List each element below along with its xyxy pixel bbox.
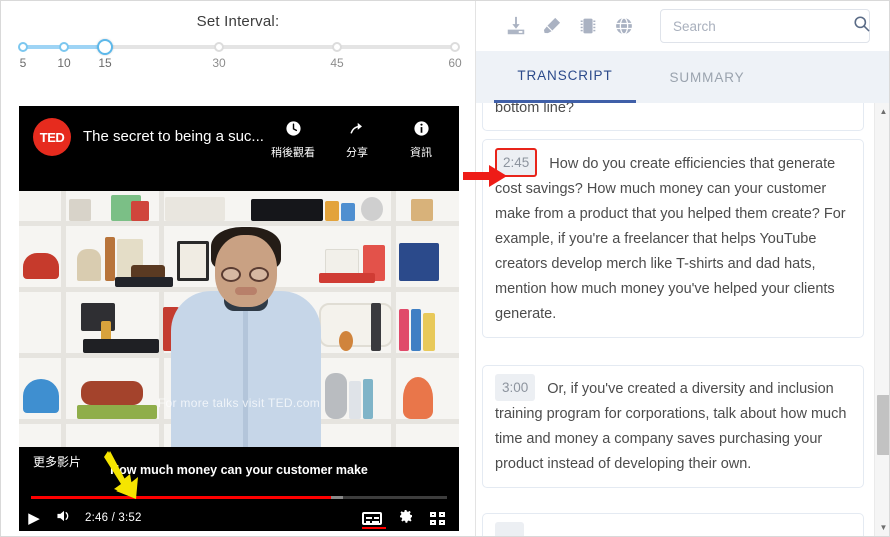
video-header-overlay: TED The secret to being a suc... 稍後觀看 分享 — [19, 106, 459, 191]
slider-tick-60[interactable] — [450, 42, 460, 52]
shelf-object — [77, 249, 101, 281]
scroll-up-arrow-icon[interactable]: ▲ — [875, 103, 889, 120]
search-box[interactable] — [660, 9, 870, 43]
shelf-object — [411, 199, 433, 221]
fullscreen-icon[interactable] — [430, 511, 445, 525]
shelf-object — [371, 303, 381, 351]
share-button[interactable]: 分享 — [333, 120, 381, 160]
shelf-object — [131, 201, 149, 221]
progress-bar[interactable] — [31, 496, 447, 499]
slider-label-60: 60 — [448, 56, 462, 70]
timestamp-chip[interactable]: 2:45 — [495, 148, 538, 177]
video-transcript-app: Set Interval: 5 10 15 30 45 60 TED The s… — [0, 0, 890, 537]
slider-label-10: 10 — [57, 56, 71, 70]
watch-later-label: 稍後觀看 — [271, 147, 315, 159]
highlighter-icon[interactable] — [534, 11, 570, 41]
transcript-segment[interactable]: 2:45 How do you create efficiencies that … — [482, 139, 864, 338]
shelf-object — [319, 303, 393, 347]
shelf-object — [83, 339, 159, 353]
shirt-placket — [243, 309, 248, 447]
transcript-pane: TRANSCRIPT SUMMARY bottom line? 2:45How … — [475, 1, 889, 536]
slider-tick-10[interactable] — [59, 42, 69, 52]
video-title[interactable]: The secret to being a suc... — [83, 118, 269, 156]
download-icon[interactable] — [498, 11, 534, 41]
shelf-object — [341, 203, 355, 221]
slider-tick-5[interactable] — [18, 42, 28, 52]
watch-later-button[interactable]: 稍後觀看 — [269, 120, 317, 160]
transcript-clipped-text: bottom line? — [495, 103, 574, 116]
info-icon — [397, 120, 445, 142]
set-interval-label: Set Interval: — [196, 13, 280, 30]
glasses-icon — [221, 267, 241, 282]
settings-gear-icon[interactable] — [398, 508, 414, 528]
slider-label-15: 15 — [98, 56, 112, 70]
globe-icon[interactable] — [606, 11, 642, 41]
video-caption-text: How much money can your customer make — [110, 463, 368, 477]
interval-slider[interactable]: 5 10 15 30 45 60 — [18, 37, 462, 71]
controls-row: ▶ 2:46 / 3:52 — [19, 505, 459, 531]
chip-icon[interactable] — [570, 11, 606, 41]
shelf-object — [325, 201, 339, 221]
transcript-segment-clipped[interactable]: bottom line? — [482, 103, 864, 131]
progress-played — [31, 496, 331, 499]
video-pane: Set Interval: 5 10 15 30 45 60 TED The s… — [1, 1, 475, 536]
time-display: 2:46 / 3:52 — [85, 512, 142, 524]
video-controls-bar: 更多影片 How much money can your customer ma… — [19, 447, 459, 531]
shelf-object — [115, 277, 173, 287]
video-frame[interactable]: For more talks visit TED.com — [19, 191, 459, 447]
shelf-object — [251, 199, 323, 221]
search-input[interactable] — [671, 17, 852, 35]
controls-right — [362, 508, 459, 529]
tab-transcript[interactable]: TRANSCRIPT — [494, 51, 636, 103]
share-icon — [333, 120, 381, 142]
shelf-object — [399, 243, 439, 281]
shelf-object — [105, 237, 115, 281]
search-icon[interactable] — [852, 14, 871, 38]
share-label: 分享 — [346, 147, 368, 159]
ted-watermark: For more talks visit TED.com — [157, 396, 321, 410]
glasses-icon — [249, 267, 269, 282]
transcript-segment[interactable]: 3:00 Or, if you've created a diversity an… — [482, 365, 864, 488]
ted-logo-icon[interactable]: TED — [33, 118, 71, 156]
panel-tabs: TRANSCRIPT SUMMARY — [476, 51, 889, 103]
info-label: 資訊 — [410, 147, 432, 159]
shelf-object — [399, 309, 409, 351]
transcript-text: How do you create efficiencies that gene… — [495, 156, 846, 322]
timestamp-chip[interactable] — [495, 522, 525, 536]
transcript-scrollbar[interactable]: ▲ ▼ — [874, 103, 889, 536]
shelf-object — [423, 313, 435, 351]
shelf-object — [23, 253, 59, 279]
slider-label-5: 5 — [19, 56, 27, 70]
shelf-object — [69, 199, 91, 221]
video-header-actions: 稍後觀看 分享 資訊 — [269, 118, 445, 160]
shelf-object — [177, 241, 209, 281]
tab-summary[interactable]: SUMMARY — [636, 51, 778, 103]
transcript-list[interactable]: bottom line? 2:45 How do you create effic… — [476, 103, 889, 536]
shelf-object — [319, 273, 375, 283]
speaker-mouth — [235, 287, 257, 295]
shelf-object — [411, 309, 421, 351]
transcript-segment-partial[interactable] — [482, 513, 864, 536]
info-button[interactable]: 資訊 — [397, 120, 445, 160]
scrollbar-thumb[interactable] — [877, 395, 889, 455]
slider-label-45: 45 — [330, 56, 344, 70]
slider-tick-30[interactable] — [214, 42, 224, 52]
scroll-down-arrow-icon[interactable]: ▼ — [875, 519, 889, 536]
shelf-object — [361, 197, 383, 221]
play-button[interactable]: ▶ — [19, 509, 49, 527]
shelf-object — [165, 197, 225, 221]
shelf-object — [339, 331, 353, 351]
video-player[interactable]: TED The secret to being a suc... 稍後觀看 分享 — [19, 106, 459, 531]
clock-icon — [269, 120, 317, 142]
volume-button[interactable] — [49, 508, 79, 528]
captions-icon[interactable] — [362, 511, 386, 529]
transcript-text: Or, if you've created a diversity and in… — [495, 381, 847, 472]
slider-tick-45[interactable] — [332, 42, 342, 52]
slider-label-30: 30 — [212, 56, 226, 70]
transcript-toolbar — [476, 1, 889, 51]
timestamp-chip[interactable]: 3:00 — [495, 374, 536, 401]
slider-handle[interactable] — [97, 39, 113, 55]
